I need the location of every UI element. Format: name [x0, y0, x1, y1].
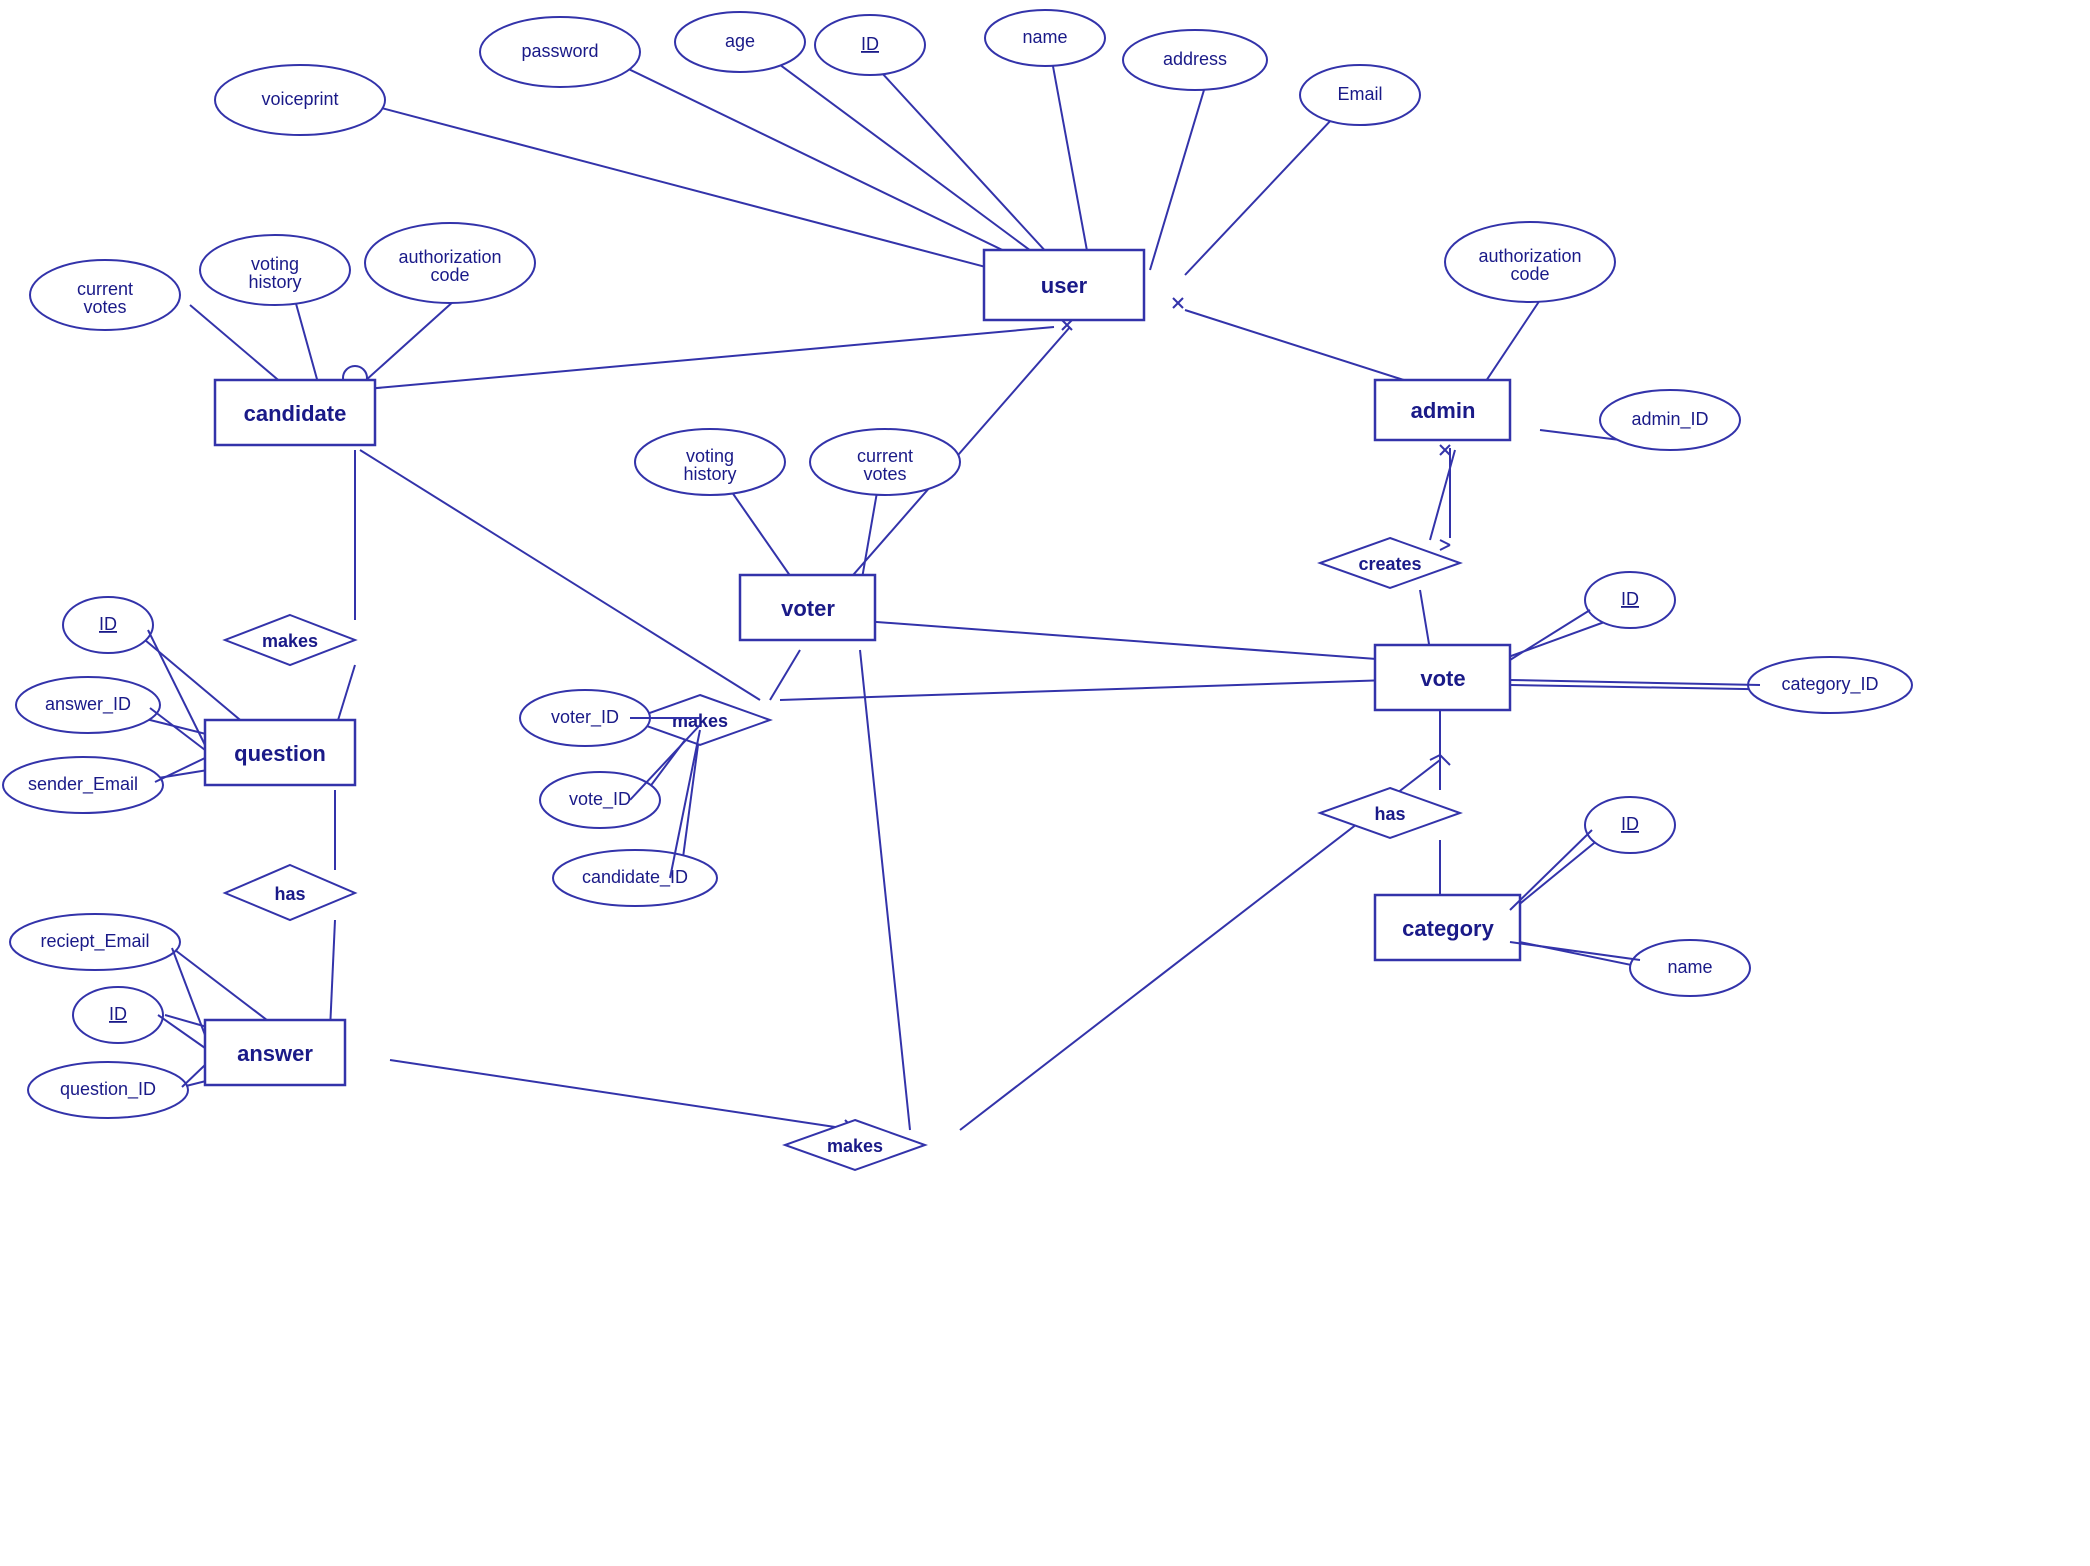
entity-category-label: category	[1402, 916, 1494, 941]
attr-vote-id-rel-label: vote_ID	[569, 789, 631, 810]
attr-question-id-a-label: question_ID	[60, 1079, 156, 1100]
entity-answer-label: answer	[237, 1041, 313, 1066]
rel-makes-candidate-label: makes	[262, 631, 318, 651]
attr-auth-code-admin-label2: code	[1510, 264, 1549, 284]
entity-candidate-label: candidate	[244, 401, 347, 426]
attr-voting-history-voter-label: voting	[686, 446, 734, 466]
rel-makes-answer-label: makes	[827, 1136, 883, 1156]
entity-question-label: question	[234, 741, 326, 766]
entity-admin-label: admin	[1411, 398, 1476, 423]
attr-auth-code-admin-label: authorization	[1478, 246, 1581, 266]
attr-current-votes-cand-label: current	[77, 279, 133, 299]
attr-voter-id-label: voter_ID	[551, 707, 619, 728]
attr-password-label: password	[521, 41, 598, 61]
attr-auth-code-cand-label: authorization	[398, 247, 501, 267]
attr-vote-id-label: ID	[1621, 589, 1639, 609]
attr-answer-id-q-label: answer_ID	[45, 694, 131, 715]
attr-sender-email-label: sender_Email	[28, 774, 138, 795]
attr-voting-history-voter-label2: history	[683, 464, 736, 484]
attr-receipt-email-label: reciept_Email	[40, 931, 149, 952]
entity-user-label: user	[1041, 273, 1088, 298]
attr-address-label: address	[1163, 49, 1227, 69]
er-diagram: .entity { fill: white; stroke: #3333aa; …	[0, 0, 2090, 1566]
rel-has-vote-label: has	[1374, 804, 1405, 824]
attr-category-id-label: ID	[1621, 814, 1639, 834]
rel-has-question-label: has	[274, 884, 305, 904]
rel-makes-voter-label: makes	[672, 711, 728, 731]
attr-category-id-v-label: category_ID	[1781, 674, 1878, 695]
attr-email-label: Email	[1337, 84, 1382, 104]
attr-user-id-label: ID	[861, 34, 879, 54]
attr-voting-history-cand-label: voting	[251, 254, 299, 274]
attr-auth-code-cand-label2: code	[430, 265, 469, 285]
attr-current-votes-cand-label2: votes	[83, 297, 126, 317]
attr-current-votes-voter-label2: votes	[863, 464, 906, 484]
attr-name-label: name	[1022, 27, 1067, 47]
entity-vote-label: vote	[1420, 666, 1465, 691]
attr-question-id-label: ID	[99, 614, 117, 634]
attr-category-name-label: name	[1667, 957, 1712, 977]
attr-voting-history-cand-label2: history	[248, 272, 301, 292]
attr-answer-id-label: ID	[109, 1004, 127, 1024]
entity-voter-label: voter	[781, 596, 835, 621]
attr-admin-id-label: admin_ID	[1631, 409, 1708, 430]
attr-current-votes-voter-label: current	[857, 446, 913, 466]
attr-voiceprint-label: voiceprint	[261, 89, 338, 109]
attr-age-label: age	[725, 31, 755, 51]
rel-creates-label: creates	[1358, 554, 1421, 574]
